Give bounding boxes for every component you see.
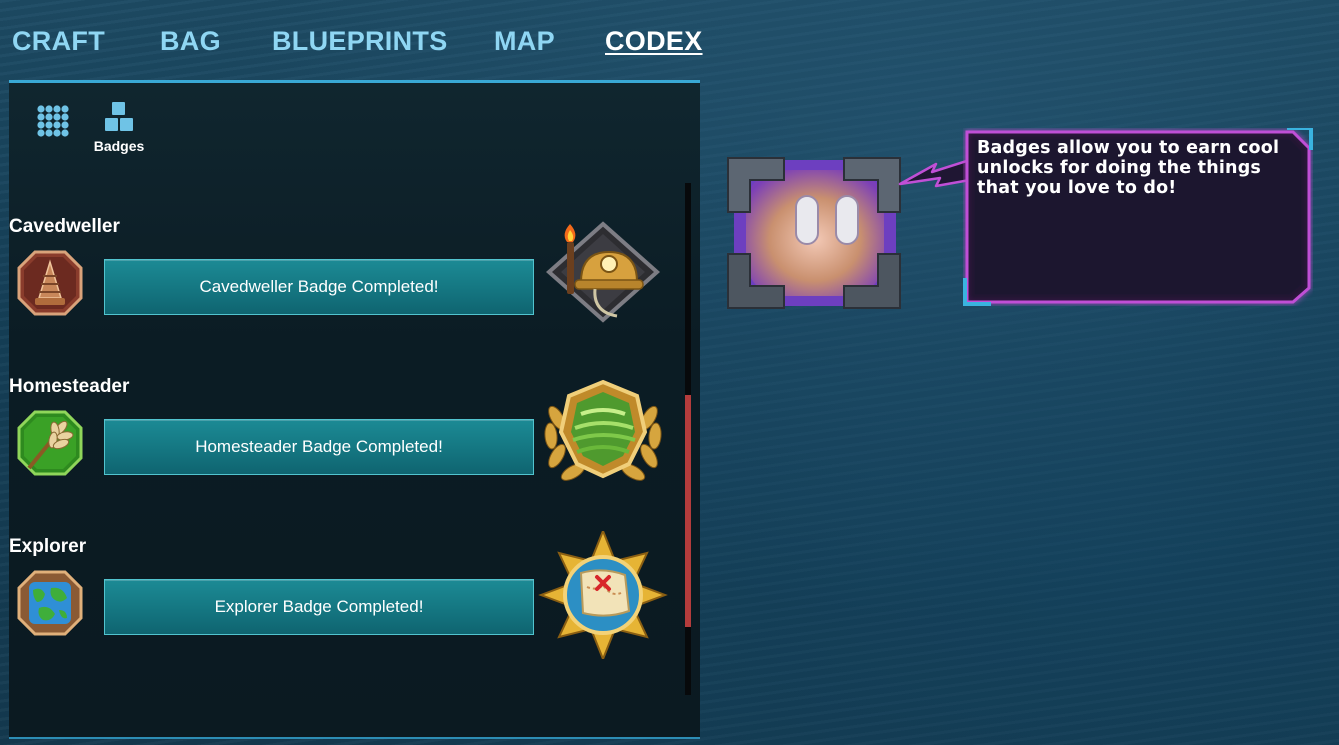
wheat-icon [15, 408, 85, 478]
tab-craft[interactable]: CRAFT [12, 26, 105, 57]
laurel-field-emblem [537, 378, 669, 490]
grid-icon [37, 105, 69, 137]
tab-map[interactable]: MAP [494, 26, 555, 57]
codex-panel: Badges Cavedweller Cavedweller Badge Com… [9, 80, 700, 739]
companion-message: Badges allow you to earn cool unlocks fo… [977, 138, 1280, 198]
globe-cube-icon [15, 568, 85, 638]
list-scrollbar[interactable] [685, 183, 691, 695]
badge-title: Explorer [9, 536, 87, 557]
speech-bubble-tail [898, 154, 971, 194]
blocks-icon [105, 102, 133, 131]
tab-codex[interactable]: CODEX [605, 26, 703, 57]
companion-cube [720, 150, 904, 314]
badge-title: Cavedweller [9, 216, 120, 237]
cavedweller-badge-button[interactable]: Cavedweller Badge Completed! [104, 259, 534, 315]
miner-helmet-torch-emblem [537, 216, 669, 328]
badge-title: Homesteader [9, 376, 130, 397]
tab-blueprints[interactable]: BLUEPRINTS [272, 26, 448, 57]
filter-badges-label: Badges [93, 138, 145, 154]
homesteader-badge-button[interactable]: Homesteader Badge Completed! [104, 419, 534, 475]
top-tab-bar: CRAFT BAG BLUEPRINTS MAP CODEX [0, 0, 720, 80]
companion-speech-bubble: Badges allow you to earn cool unlocks fo… [963, 128, 1313, 306]
filter-badges-button[interactable]: Badges [79, 101, 159, 154]
tab-bag[interactable]: BAG [160, 26, 221, 57]
drill-icon [15, 248, 85, 318]
explorer-badge-button[interactable]: Explorer Badge Completed! [104, 579, 534, 635]
treasure-map-compass-emblem [537, 528, 669, 662]
filter-all-button[interactable] [36, 104, 70, 138]
scrollbar-thumb[interactable] [685, 395, 691, 627]
